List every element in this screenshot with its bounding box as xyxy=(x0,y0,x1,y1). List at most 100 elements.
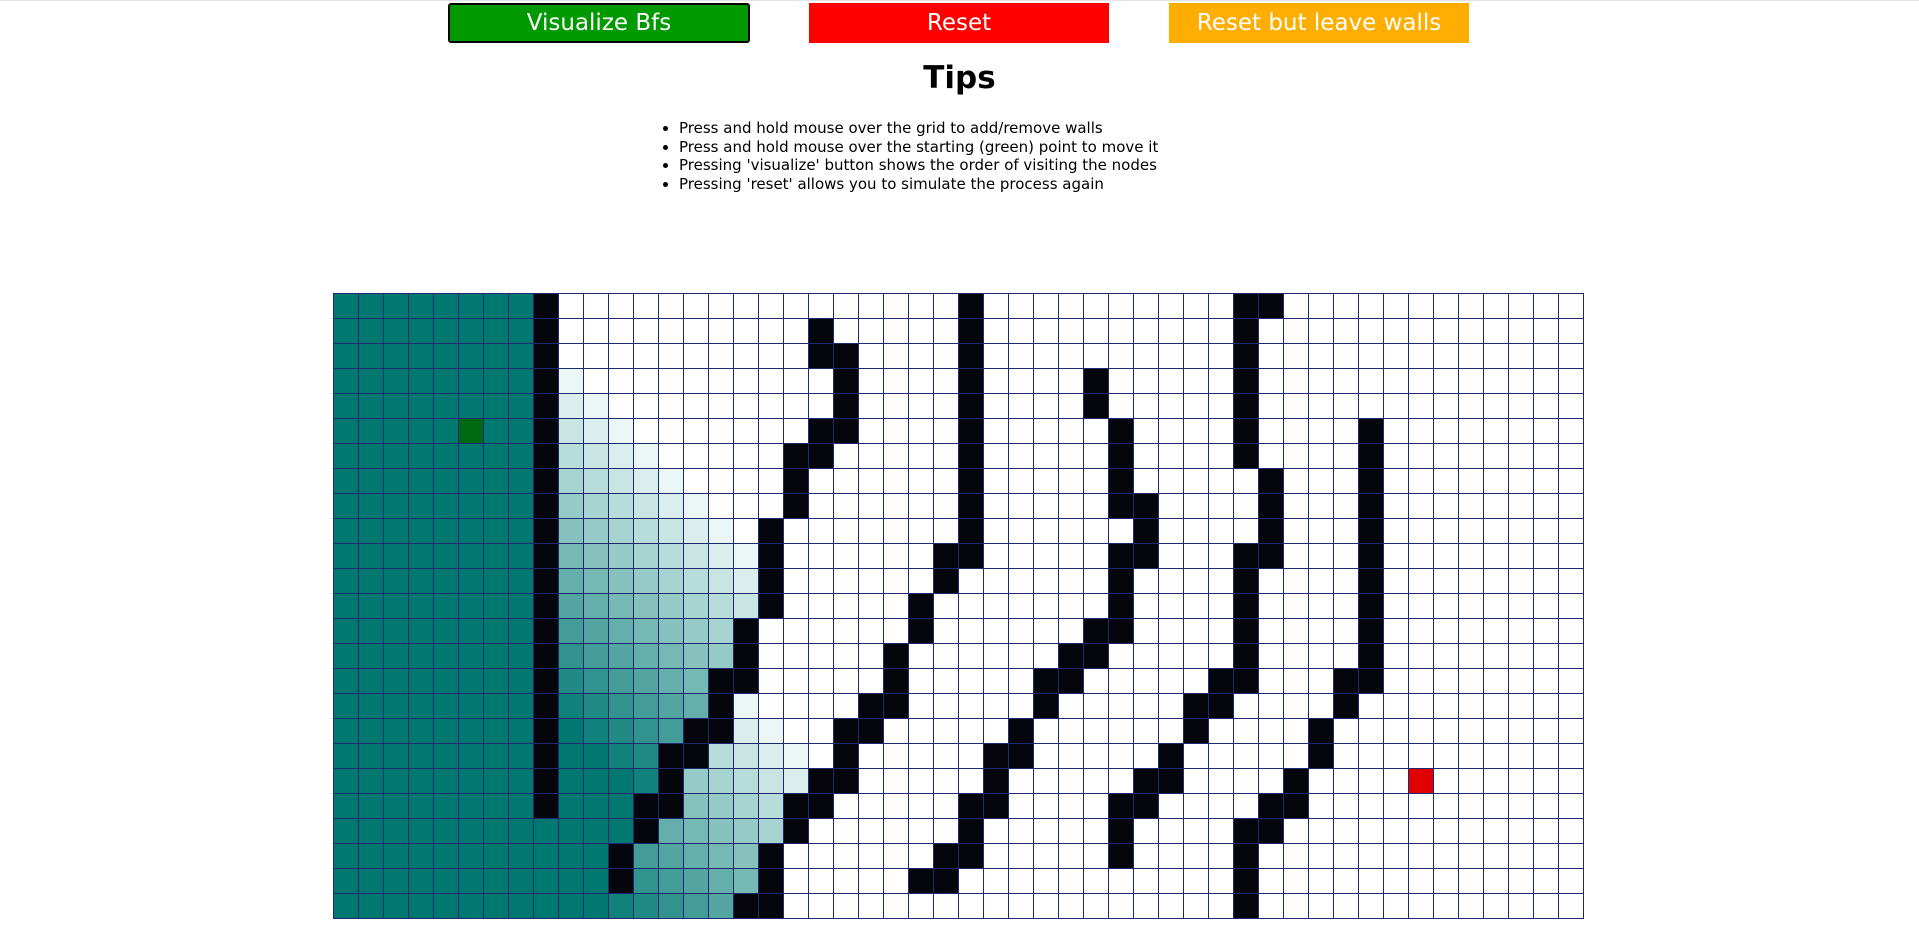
grid-cell[interactable] xyxy=(909,419,934,444)
grid-cell[interactable] xyxy=(1459,744,1484,769)
wall-cell[interactable] xyxy=(1359,544,1384,569)
grid-cell[interactable] xyxy=(1259,444,1284,469)
grid-cell[interactable] xyxy=(1034,319,1059,344)
grid-cell[interactable] xyxy=(1059,619,1084,644)
grid-cell[interactable] xyxy=(984,519,1009,544)
grid-cell[interactable] xyxy=(1134,819,1159,844)
grid-cell[interactable] xyxy=(1159,469,1184,494)
grid-cell[interactable] xyxy=(1359,319,1384,344)
grid-cell[interactable] xyxy=(1034,294,1059,319)
wall-cell[interactable] xyxy=(534,344,559,369)
wall-cell[interactable] xyxy=(959,319,984,344)
wall-cell[interactable] xyxy=(959,519,984,544)
visited-cell[interactable] xyxy=(334,744,359,769)
visited-cell[interactable] xyxy=(384,444,409,469)
grid-cell[interactable] xyxy=(1284,669,1309,694)
grid-cell[interactable] xyxy=(859,594,884,619)
grid-cell[interactable] xyxy=(1309,419,1334,444)
visited-cell[interactable] xyxy=(559,494,584,519)
visited-cell[interactable] xyxy=(384,544,409,569)
grid-cell[interactable] xyxy=(784,669,809,694)
grid-cell[interactable] xyxy=(759,469,784,494)
grid-cell[interactable] xyxy=(1259,644,1284,669)
grid-cell[interactable] xyxy=(909,444,934,469)
visited-cell[interactable] xyxy=(334,769,359,794)
grid-cell[interactable] xyxy=(1109,769,1134,794)
grid-cell[interactable] xyxy=(1209,294,1234,319)
grid-cell[interactable] xyxy=(659,444,684,469)
grid-cell[interactable] xyxy=(1334,794,1359,819)
wall-cell[interactable] xyxy=(1334,669,1359,694)
visited-cell[interactable] xyxy=(359,594,384,619)
visited-cell[interactable] xyxy=(409,369,434,394)
wall-cell[interactable] xyxy=(1359,644,1384,669)
wall-cell[interactable] xyxy=(1259,494,1284,519)
visited-cell[interactable] xyxy=(659,894,684,919)
wall-cell[interactable] xyxy=(959,369,984,394)
wall-cell[interactable] xyxy=(1234,869,1259,894)
wall-cell[interactable] xyxy=(1109,494,1134,519)
visited-cell[interactable] xyxy=(734,694,759,719)
visited-cell[interactable] xyxy=(359,694,384,719)
visited-cell[interactable] xyxy=(384,844,409,869)
visited-cell[interactable] xyxy=(459,569,484,594)
grid-cell[interactable] xyxy=(1284,519,1309,544)
grid-cell[interactable] xyxy=(1309,469,1334,494)
grid-cell[interactable] xyxy=(1034,794,1059,819)
grid-cell[interactable] xyxy=(1184,319,1209,344)
grid-cell[interactable] xyxy=(984,819,1009,844)
wall-cell[interactable] xyxy=(534,394,559,419)
grid-cell[interactable] xyxy=(1409,294,1434,319)
grid-cell[interactable] xyxy=(1309,619,1334,644)
grid-cell[interactable] xyxy=(859,419,884,444)
visited-cell[interactable] xyxy=(334,644,359,669)
grid-cell[interactable] xyxy=(884,894,909,919)
visited-cell[interactable] xyxy=(659,544,684,569)
grid-cell[interactable] xyxy=(1509,869,1534,894)
visited-cell[interactable] xyxy=(484,744,509,769)
grid-cell[interactable] xyxy=(1484,619,1509,644)
grid-cell[interactable] xyxy=(809,519,834,544)
visited-cell[interactable] xyxy=(759,794,784,819)
grid-cell[interactable] xyxy=(1259,419,1284,444)
grid-cell[interactable] xyxy=(559,344,584,369)
wall-cell[interactable] xyxy=(1034,669,1059,694)
visited-cell[interactable] xyxy=(459,469,484,494)
visited-cell[interactable] xyxy=(709,894,734,919)
wall-cell[interactable] xyxy=(1134,794,1159,819)
grid-cell[interactable] xyxy=(1184,869,1209,894)
visited-cell[interactable] xyxy=(559,794,584,819)
visited-cell[interactable] xyxy=(334,469,359,494)
visited-cell[interactable] xyxy=(659,619,684,644)
visited-cell[interactable] xyxy=(509,894,534,919)
grid-cell[interactable] xyxy=(934,419,959,444)
visited-cell[interactable] xyxy=(584,569,609,594)
grid-cell[interactable] xyxy=(909,669,934,694)
grid-cell[interactable] xyxy=(1309,694,1334,719)
wall-cell[interactable] xyxy=(609,869,634,894)
visited-cell[interactable] xyxy=(559,744,584,769)
grid-cell[interactable] xyxy=(1509,544,1534,569)
grid-cell[interactable] xyxy=(1534,744,1559,769)
grid-cell[interactable] xyxy=(1509,819,1534,844)
grid-cell[interactable] xyxy=(884,744,909,769)
visited-cell[interactable] xyxy=(559,419,584,444)
grid-cell[interactable] xyxy=(1359,844,1384,869)
visited-cell[interactable] xyxy=(634,494,659,519)
grid-cell[interactable] xyxy=(1034,619,1059,644)
wall-cell[interactable] xyxy=(1309,744,1334,769)
grid-cell[interactable] xyxy=(984,694,1009,719)
grid-cell[interactable] xyxy=(1109,894,1134,919)
visited-cell[interactable] xyxy=(384,319,409,344)
wall-cell[interactable] xyxy=(909,869,934,894)
visited-cell[interactable] xyxy=(509,394,534,419)
grid-cell[interactable] xyxy=(959,894,984,919)
grid-cell[interactable] xyxy=(1459,394,1484,419)
wall-cell[interactable] xyxy=(534,619,559,644)
grid-cell[interactable] xyxy=(1134,694,1159,719)
grid-cell[interactable] xyxy=(1134,294,1159,319)
grid-cell[interactable] xyxy=(1259,319,1284,344)
grid-cell[interactable] xyxy=(934,444,959,469)
grid-cell[interactable] xyxy=(1334,394,1359,419)
visited-cell[interactable] xyxy=(609,569,634,594)
